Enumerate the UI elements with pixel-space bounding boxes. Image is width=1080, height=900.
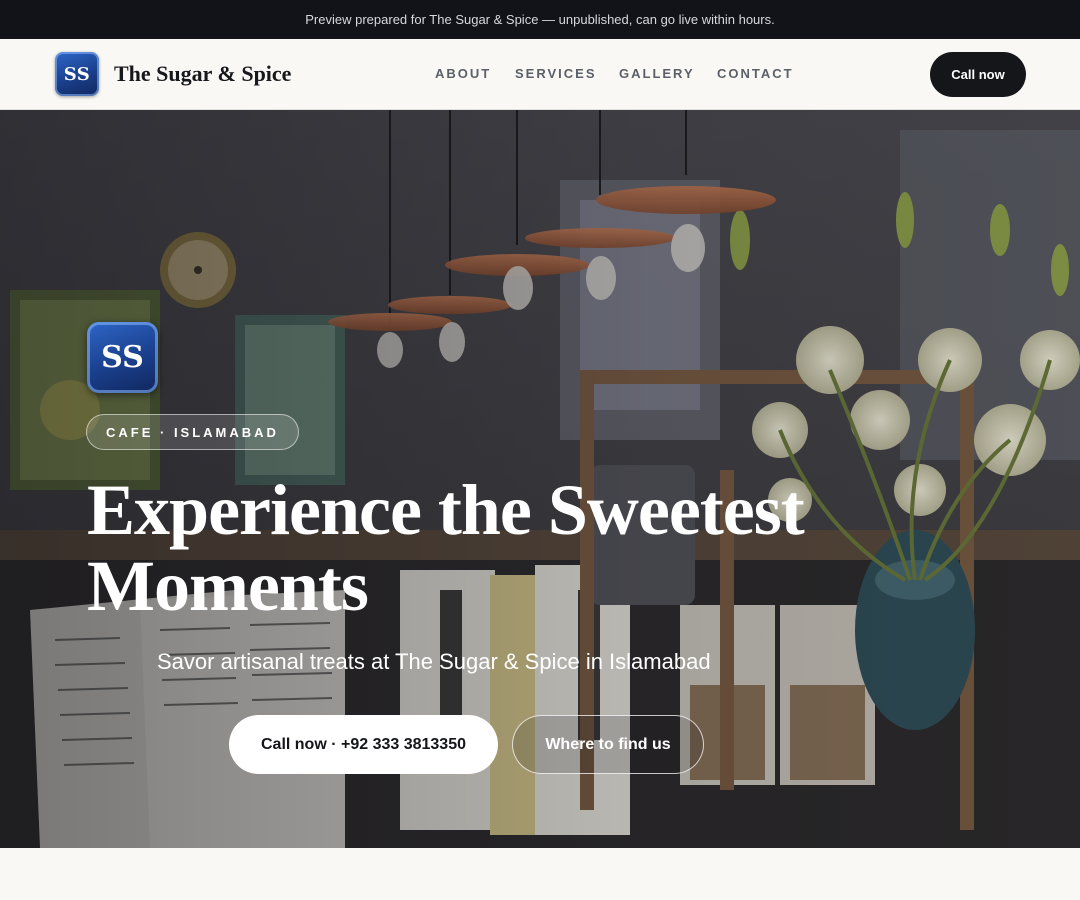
header-call-button[interactable]: Call now — [930, 52, 1026, 97]
brand-name[interactable]: The Sugar & Spice — [114, 61, 291, 87]
hero-directions-button[interactable]: Where to find us — [512, 715, 704, 774]
hero-section: SS CAFE · ISLAMABAD Experience the Sweet… — [0, 110, 1080, 848]
nav-gallery[interactable]: GALLERY — [619, 66, 695, 81]
logo-icon[interactable]: SS — [55, 52, 99, 96]
next-section — [0, 848, 1080, 900]
hero-logo-icon: SS — [87, 322, 158, 393]
site-header: SS The Sugar & Spice ABOUT SERVICES GALL… — [0, 39, 1080, 110]
hero-call-button[interactable]: Call now · +92 333 3813350 — [229, 715, 498, 774]
announcement-text: Preview prepared for The Sugar & Spice —… — [305, 12, 775, 27]
hero-category-tag: CAFE · ISLAMABAD — [86, 414, 299, 450]
hero-title: Experience the Sweetest Moments — [87, 470, 805, 626]
nav-contact[interactable]: CONTACT — [717, 66, 794, 81]
nav-services[interactable]: SERVICES — [515, 66, 597, 81]
announcement-bar: Preview prepared for The Sugar & Spice —… — [0, 0, 1080, 39]
nav-about[interactable]: ABOUT — [435, 66, 491, 81]
hero-subtitle: Savor artisanal treats at The Sugar & Sp… — [157, 649, 711, 674]
